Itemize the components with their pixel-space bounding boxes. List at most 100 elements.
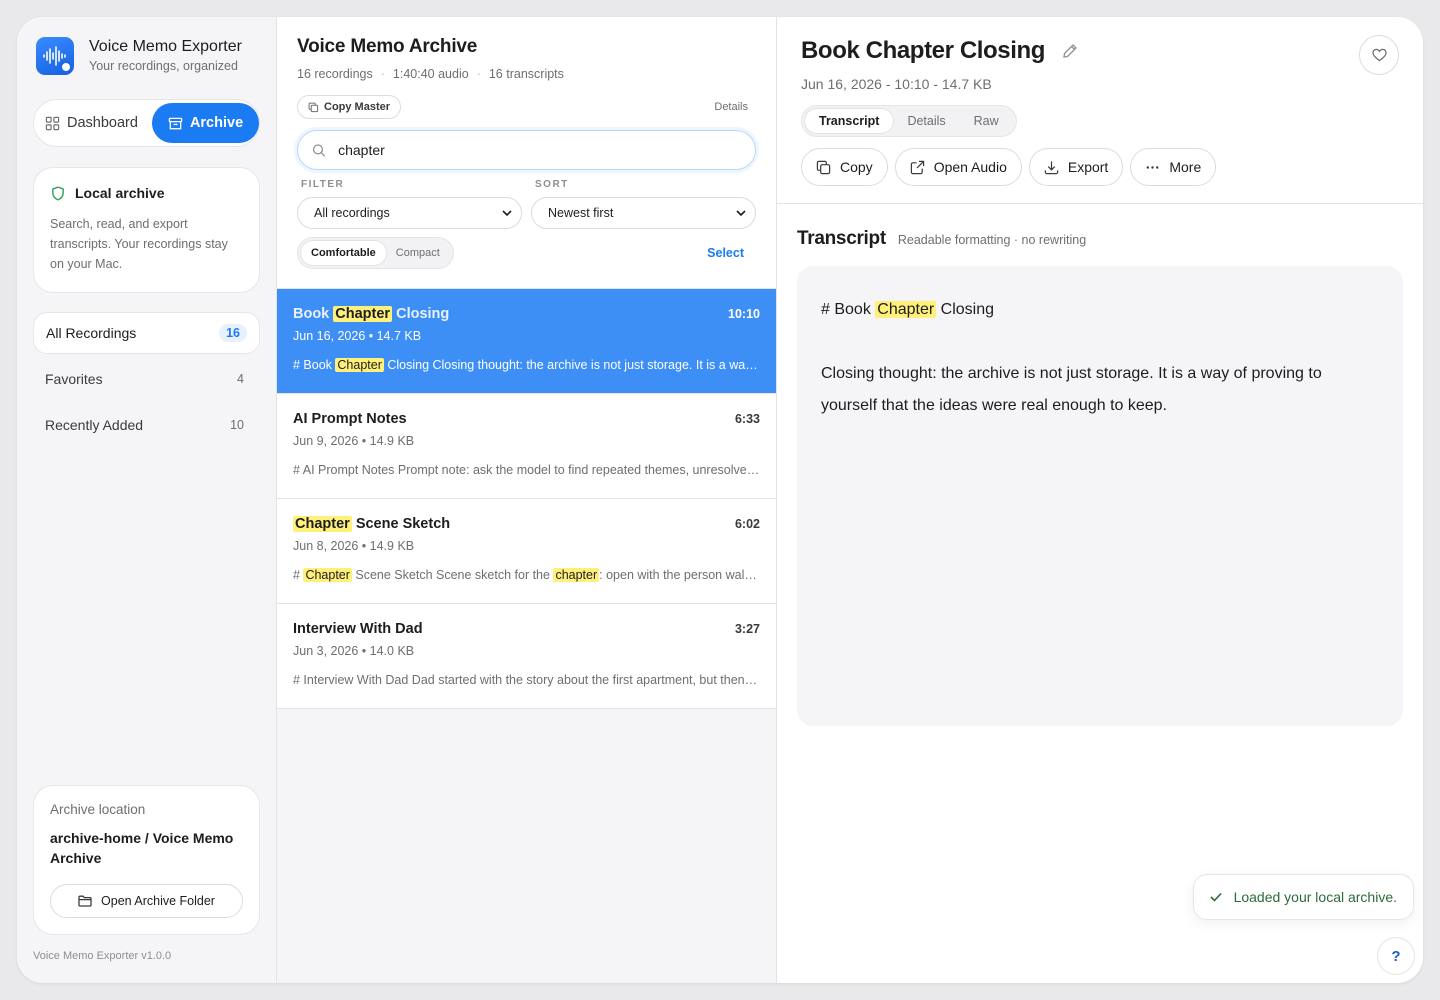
recording-title: AI Prompt Notes: [293, 411, 407, 427]
local-archive-card: Local archive Search, read, and export t…: [33, 167, 260, 293]
list-title: Voice Memo Archive: [297, 36, 478, 57]
view-switcher: Dashboard Archive: [33, 99, 260, 147]
sidebar-item-all-recordings[interactable]: All Recordings 16: [33, 312, 260, 354]
filter-value: All recordings: [314, 206, 390, 220]
sidebar-item-favorites[interactable]: Favorites 4: [33, 358, 260, 400]
brand: Voice Memo Exporter Your recordings, org…: [33, 36, 260, 76]
transcript-paragraph: Closing thought: the archive is not just…: [821, 365, 1322, 414]
list-stats: 16 recordings · 1:40:40 audio · 16 trans…: [297, 67, 756, 81]
sidebar-item-label: Recently Added: [45, 417, 144, 433]
detail-title: Book Chapter Closing: [801, 37, 1046, 64]
sort-value: Newest first: [548, 206, 614, 220]
archive-box-icon: [168, 117, 183, 129]
open-audio-button[interactable]: Open Audio: [894, 148, 1022, 186]
open-archive-folder-button[interactable]: Open Archive Folder: [50, 884, 243, 918]
recording-meta: Jun 3, 2026 • 14.0 KB: [293, 644, 415, 658]
search-input[interactable]: [338, 142, 741, 158]
archive-label: Archive: [189, 115, 244, 131]
recording-title: Interview With Dad: [293, 621, 423, 637]
separator-dot: ·: [380, 67, 385, 81]
recording-meta: Jun 9, 2026 • 14.9 KB: [293, 434, 415, 448]
transcript-header: Transcript Readable formatting · no rewr…: [777, 204, 1423, 250]
sort-label: SORT: [535, 179, 569, 190]
density-comfortable[interactable]: Comfortable: [301, 241, 386, 265]
sidebar-item-label: All Recordings: [46, 325, 137, 341]
transcript-subtitle: Readable formatting · no rewriting: [897, 233, 1087, 247]
transcripts-count: 16 transcripts: [488, 67, 564, 81]
app-version: Voice Memo Exporter v1.0.0: [33, 950, 172, 962]
archive-button[interactable]: Archive: [151, 103, 260, 143]
open-audio-label: Open Audio: [933, 159, 1007, 175]
recordings-list: Book Chapter Closing 10:10 Jun 16, 2026 …: [277, 289, 776, 709]
external-link-icon: [910, 160, 924, 174]
recording-meta: Jun 8, 2026 • 14.9 KB: [293, 539, 415, 553]
detail-actions: Copy Open Audio Export More: [801, 148, 1399, 186]
sidebar-item-count: 4: [237, 372, 244, 386]
app-subtitle: Your recordings, organized: [89, 59, 238, 73]
checkmark-icon: [1209, 892, 1222, 902]
select-button[interactable]: Select: [707, 246, 744, 260]
details-toggle[interactable]: Details: [714, 101, 748, 113]
recording-meta: Jun 16, 2026 • 14.7 KB: [293, 329, 422, 343]
recording-snippet: # Chapter Scene Sketch Scene sketch for …: [293, 568, 760, 582]
search-highlight: Chapter: [293, 516, 352, 532]
recordings-column: Voice Memo Archive 16 recordings · 1:40:…: [277, 17, 777, 983]
tab-raw[interactable]: Raw: [960, 109, 1013, 133]
app-title: Voice Memo Exporter: [89, 38, 242, 55]
density-compact[interactable]: Compact: [386, 241, 450, 265]
more-label: More: [1169, 159, 1202, 175]
search-field: [297, 130, 756, 170]
toast-message: Loaded your local archive.: [1233, 889, 1397, 905]
copy-master-button[interactable]: Copy Master: [297, 95, 402, 119]
copy-label: Copy: [840, 159, 873, 175]
sort-select[interactable]: Newest first: [531, 197, 756, 229]
heart-icon: [1371, 48, 1387, 62]
copy-icon: [308, 102, 319, 112]
pencil-icon[interactable]: [1062, 43, 1078, 59]
local-archive-title: Local archive: [75, 185, 165, 201]
dashboard-button[interactable]: Dashboard: [37, 103, 150, 143]
filter-select[interactable]: All recordings: [297, 197, 522, 229]
recording-duration: 10:10: [728, 307, 760, 321]
archive-location-path: archive-home / Voice Memo Archive: [50, 830, 234, 866]
sort-group: SORT Newest first: [531, 179, 756, 229]
more-button[interactable]: More: [1130, 148, 1217, 186]
copy-button[interactable]: Copy: [801, 148, 888, 186]
recording-row[interactable]: Interview With Dad 3:27 Jun 3, 2026 • 14…: [277, 604, 776, 709]
tab-details[interactable]: Details: [893, 109, 959, 133]
recording-duration: 6:33: [734, 412, 760, 426]
help-button[interactable]: ?: [1377, 937, 1415, 975]
search-highlight: Chapter: [333, 306, 393, 322]
recording-row[interactable]: Chapter Scene Sketch 6:02 Jun 8, 2026 • …: [277, 499, 776, 604]
transcript-heading: # Book Chapter Closing: [821, 301, 994, 318]
sidebar-item-recently-added[interactable]: Recently Added 10: [33, 404, 260, 446]
recording-snippet: # Interview With Dad Dad started with th…: [293, 673, 760, 687]
sidebar-item-label: Favorites: [45, 371, 103, 387]
list-header: Voice Memo Archive 16 recordings · 1:40:…: [277, 17, 776, 289]
archive-location-label: Archive location: [50, 802, 146, 817]
recording-row[interactable]: Book Chapter Closing 10:10 Jun 16, 2026 …: [277, 289, 776, 394]
tab-transcript[interactable]: Transcript: [805, 109, 894, 133]
recording-row[interactable]: AI Prompt Notes 6:33 Jun 9, 2026 • 14.9 …: [277, 394, 776, 499]
recording-duration: 3:27: [734, 622, 760, 636]
favorite-button[interactable]: [1359, 35, 1399, 75]
recording-title: Chapter Scene Sketch: [293, 516, 451, 532]
ellipsis-icon: [1146, 165, 1159, 169]
dashboard-label: Dashboard: [67, 115, 138, 131]
search-icon: [312, 143, 326, 157]
detail-panel: Book Chapter Closing Jun 16, 2026 - 10:1…: [777, 17, 1423, 983]
export-label: Export: [1067, 159, 1109, 175]
sidebar-item-count: 10: [230, 418, 244, 432]
export-button[interactable]: Export: [1028, 148, 1124, 186]
sidebar-nav: All Recordings 16 Favorites 4 Recently A…: [33, 312, 260, 446]
chevron-down-icon: [736, 210, 746, 217]
detail-header: Book Chapter Closing Jun 16, 2026 - 10:1…: [777, 17, 1423, 204]
download-icon: [1044, 160, 1059, 174]
filter-label: FILTER: [301, 179, 345, 190]
shield-icon: [52, 185, 64, 201]
local-archive-description: Search, read, and export transcripts. Yo…: [50, 217, 228, 271]
search-highlight: Chapter: [335, 358, 384, 372]
detail-meta: Jun 16, 2026 - 10:10 - 14.7 KB: [801, 76, 992, 92]
open-archive-folder-label: Open Archive Folder: [101, 894, 215, 908]
folder-icon: [78, 895, 92, 907]
